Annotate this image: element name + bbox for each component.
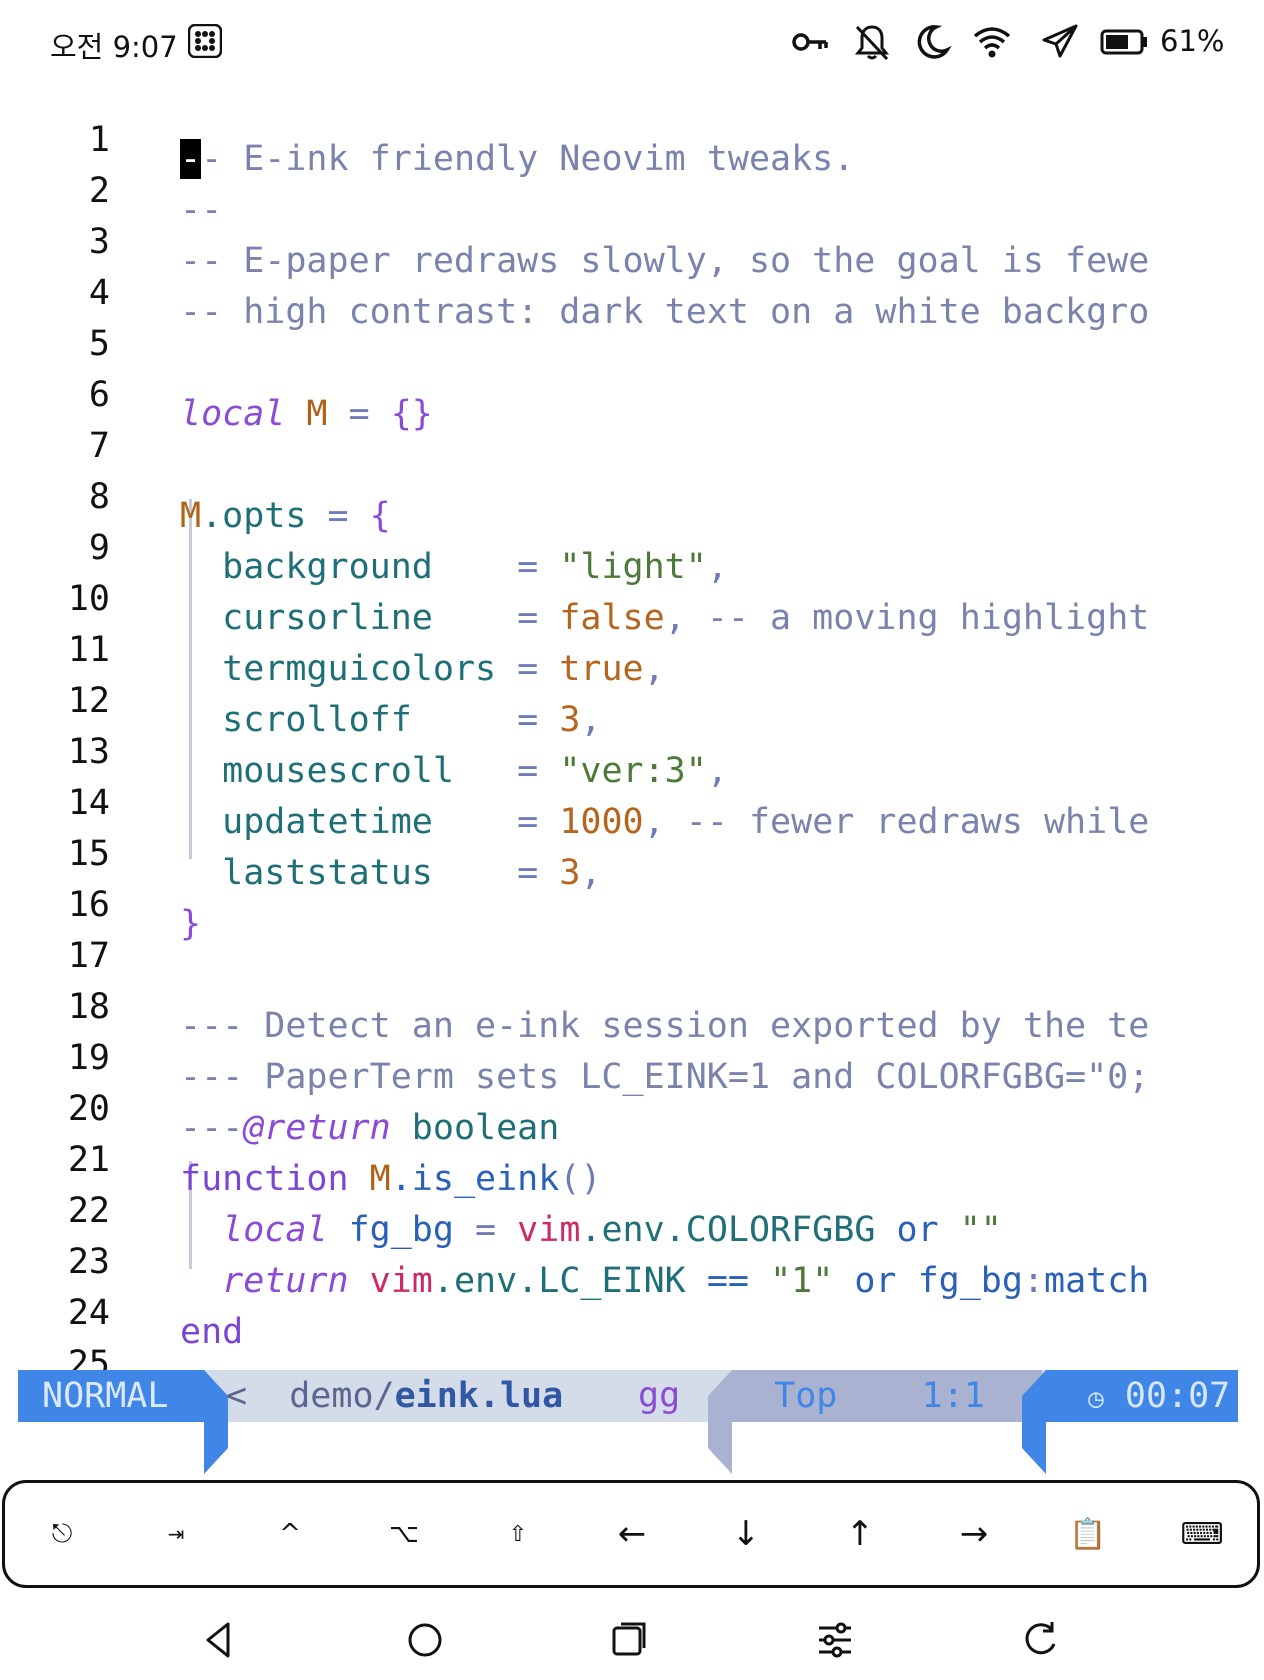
keyboard-icon: ⌨ <box>1180 1516 1224 1552</box>
code-line[interactable]: 3 -- E-paper redraws slowly, so the goal… <box>0 198 1264 281</box>
code-line[interactable]: 1 -- E-ink friendly Neovim tweaks. <box>0 96 1264 179</box>
code-line[interactable]: 25 <box>0 1320 1264 1384</box>
status-bar: 오전 9:07 61% <box>0 0 1264 86</box>
clock-icon: ◷ <box>1088 1384 1104 1414</box>
code-line[interactable]: 17 <box>0 912 1264 976</box>
file-path: < demo/eink.lua <box>226 1370 563 1422</box>
code-line[interactable]: 19 --- PaperTerm sets LC_EINK=1 and COLO… <box>0 1014 1264 1097</box>
clipboard-icon: 📋 <box>1069 1516 1107 1552</box>
shift-key[interactable]: ⇧ <box>461 1483 575 1585</box>
extra-keys-bar: ⎋ ⇥ ^ ⌥ ⇧ ← ↓ ↑ → 📋 ⌨ <box>2 1480 1260 1588</box>
moon-icon <box>917 25 952 59</box>
code-line[interactable]: 15 laststatus = 3, <box>0 810 1264 893</box>
code-line[interactable]: 12 scrolloff = 3, <box>0 657 1264 740</box>
lt-indicator: < <box>226 1376 248 1416</box>
code-line[interactable]: 11 termguicolors = true, <box>0 606 1264 689</box>
code-line[interactable]: 5 <box>0 300 1264 364</box>
editor-buffer[interactable]: 1 -- E-ink friendly Neovim tweaks. 2 -- … <box>0 96 1264 1384</box>
refresh-icon[interactable] <box>1018 1618 1062 1662</box>
airplane-icon <box>1042 24 1078 58</box>
code-line[interactable]: 6 local M = {} <box>0 351 1264 434</box>
code-line[interactable]: 23 return vim.env.LC_EINK == "1" or fg_b… <box>0 1218 1264 1301</box>
home-icon[interactable] <box>403 1618 447 1662</box>
wifi-icon <box>973 27 1011 58</box>
right-arrow-key[interactable]: → <box>917 1483 1031 1585</box>
battery-percent: 61% <box>1160 24 1225 58</box>
clock-time: 00:07 <box>1124 1376 1231 1416</box>
back-icon[interactable] <box>198 1618 242 1662</box>
scroll-position: Top <box>774 1376 838 1416</box>
status-time: 오전 9:07 <box>50 30 178 64</box>
code-line[interactable]: 4 -- high contrast: dark text on a white… <box>0 249 1264 332</box>
up-arrow-key[interactable]: ↑ <box>803 1483 917 1585</box>
clock-segment: ◷ 00:07 <box>1046 1370 1238 1422</box>
cursor-position: 1:1 <box>921 1376 985 1416</box>
code-line[interactable]: 18 --- Detect an e-ink session exported … <box>0 963 1264 1046</box>
code-line[interactable]: 10 cursorline = false, -- a moving highl… <box>0 555 1264 638</box>
file-dir: demo/ <box>289 1376 395 1416</box>
navigation-bar <box>0 1600 1264 1680</box>
code-line[interactable]: 20 ---@return boolean <box>0 1065 1264 1148</box>
code-line[interactable]: 16 } <box>0 861 1264 944</box>
settings-sliders-icon[interactable] <box>813 1618 857 1662</box>
ctrl-key[interactable]: ^ <box>233 1483 347 1585</box>
key-icon <box>792 33 828 51</box>
app-grid-icon <box>188 24 222 58</box>
code-line[interactable]: 13 mousescroll = "ver:3", <box>0 708 1264 791</box>
statusline: NORMAL < demo/eink.lua gg Top 1:1 ◷ 00:0… <box>18 1370 1238 1474</box>
code-line[interactable]: 24 end <box>0 1269 1264 1352</box>
pending-keys: gg <box>638 1376 681 1416</box>
left-arrow-key[interactable]: ← <box>575 1483 689 1585</box>
file-name: eink.lua <box>394 1376 564 1416</box>
tab-key[interactable]: ⇥ <box>119 1483 233 1585</box>
esc-key[interactable]: ⎋ <box>5 1483 119 1585</box>
code-line[interactable]: 14 updatetime = 1000, -- fewer redraws w… <box>0 759 1264 842</box>
code-line[interactable]: 7 <box>0 402 1264 466</box>
mode-indicator: NORMAL <box>18 1370 204 1422</box>
separator-icon <box>708 1370 732 1474</box>
code-line[interactable]: 21 function M.is_eink() <box>0 1116 1264 1199</box>
code-line[interactable]: 2 -- <box>0 147 1264 230</box>
down-arrow-key[interactable]: ↓ <box>689 1483 803 1585</box>
code-line[interactable]: 8 M.opts = { <box>0 453 1264 536</box>
alt-key[interactable]: ⌥ <box>347 1483 461 1585</box>
code-line[interactable]: 22 local fg_bg = vim.env.COLORFGBG or "" <box>0 1167 1264 1250</box>
recents-icon[interactable] <box>608 1618 652 1662</box>
keyboard-key[interactable]: ⌨ <box>1145 1483 1259 1585</box>
position-segment: Top 1:1 <box>732 1370 1042 1422</box>
paste-key[interactable]: 📋 <box>1031 1483 1145 1585</box>
separator-icon <box>204 1370 228 1474</box>
battery-icon <box>1100 29 1147 55</box>
separator-icon <box>1022 1370 1046 1474</box>
bell-off-icon <box>854 25 890 61</box>
code-line[interactable]: 9 background = "light", <box>0 504 1264 587</box>
